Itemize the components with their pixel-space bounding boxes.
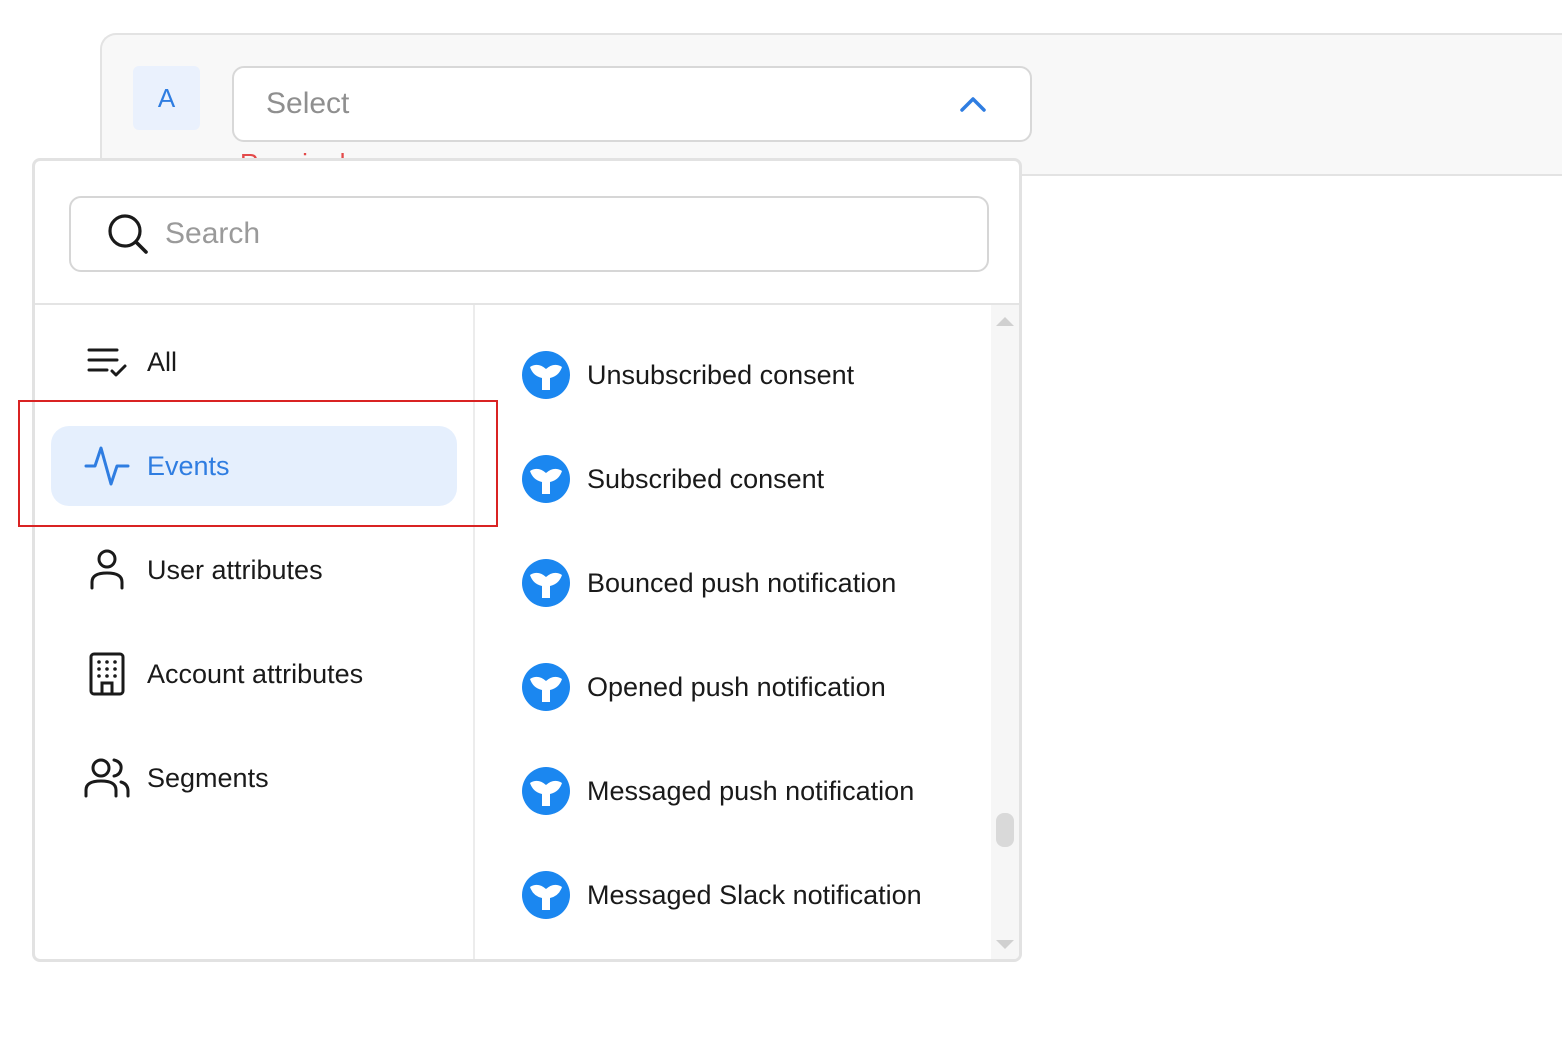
category-item-events[interactable]: Events [51, 426, 457, 506]
category-label: Events [147, 450, 230, 481]
user-icon [90, 549, 124, 590]
category-label: Account attributes [147, 658, 364, 689]
whale-tail-icon [522, 767, 570, 815]
whale-tail-icon [522, 663, 570, 711]
dropdown-panel: All Events User attributes [32, 158, 1022, 962]
search-icon [108, 214, 148, 254]
users-icon [84, 758, 130, 798]
whale-tail-icon [522, 455, 570, 503]
stage: A Select Required A [0, 0, 1562, 1056]
property-select[interactable]: Select [232, 66, 1032, 142]
whale-tail-icon [522, 871, 570, 919]
category-label: All [147, 346, 178, 377]
scroll-down-arrow-icon[interactable] [996, 940, 1014, 949]
category-item-all[interactable]: All [51, 322, 457, 402]
whale-tail-icon [522, 559, 570, 607]
event-label: Unsubscribed consent [587, 359, 855, 390]
event-item-bounced-push[interactable]: Bounced push notification [521, 553, 981, 613]
select-placeholder: Select [266, 87, 350, 120]
condition-letter-badge: A [133, 66, 200, 130]
event-item-opened-push[interactable]: Opened push notification [521, 657, 981, 717]
category-label: User attributes [147, 554, 323, 585]
category-item-account-attributes[interactable]: Account attributes [51, 634, 457, 714]
search-input[interactable] [165, 217, 925, 251]
event-label: Subscribed consent [587, 463, 825, 494]
event-item-subscribed-consent[interactable]: Subscribed consent [521, 449, 981, 509]
event-list: Unsubscribed consent Subscribed consent … [477, 305, 989, 959]
whale-tail-icon [522, 351, 570, 399]
event-item-messaged-push[interactable]: Messaged push notification [521, 761, 981, 821]
category-column: All Events User attributes Account attri… [35, 305, 475, 959]
chevron-up-icon[interactable] [958, 94, 988, 114]
event-label: Bounced push notification [587, 567, 897, 598]
event-label: Messaged push notification [587, 775, 915, 806]
event-label: Messaged Slack notification [587, 879, 922, 910]
search-box[interactable] [69, 196, 989, 272]
category-item-segments[interactable]: Segments [51, 738, 457, 818]
event-label: Opened push notification [587, 671, 886, 702]
scroll-up-arrow-icon[interactable] [996, 317, 1014, 326]
category-label: Segments [147, 762, 269, 793]
building-icon [89, 652, 125, 696]
list-check-icon [87, 348, 127, 377]
scroll-thumb[interactable] [996, 813, 1014, 847]
event-item-messaged-slack[interactable]: Messaged Slack notification [521, 865, 981, 925]
category-item-user-attributes[interactable]: User attributes [51, 530, 457, 610]
event-item-unsubscribed-consent[interactable]: Unsubscribed consent [521, 345, 981, 405]
list-scrollbar[interactable] [991, 305, 1019, 959]
activity-icon [84, 446, 130, 486]
